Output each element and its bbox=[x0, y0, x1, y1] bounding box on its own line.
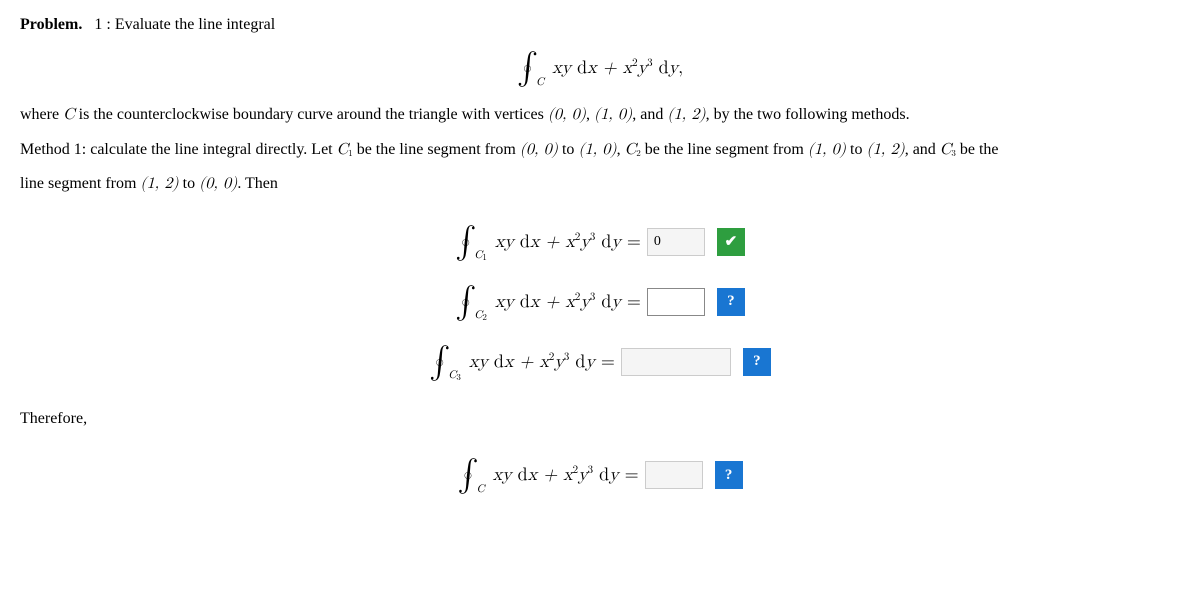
answer-input-c1[interactable] bbox=[647, 228, 705, 256]
check-icon: ✔ bbox=[717, 228, 745, 256]
main-integral: ∫ C xy dx + x2y3 dy, bbox=[20, 52, 1180, 84]
contour-integral-icon: ∫ bbox=[455, 226, 476, 258]
therefore-text: Therefore, bbox=[20, 406, 1180, 432]
problem-intro: Evaluate the line integral bbox=[115, 16, 275, 33]
question-icon[interactable]: ? bbox=[715, 461, 743, 489]
answer-input-final[interactable] bbox=[645, 461, 703, 489]
integral-row-c2: ∫ C2 xy dx + x2y3 dy = ? bbox=[20, 286, 1180, 318]
contour-integral-icon: ∫ bbox=[429, 346, 450, 378]
answer-input-c3[interactable] bbox=[621, 348, 731, 376]
problem-label: Problem. bbox=[20, 16, 82, 33]
contour-integral-icon: ∫ bbox=[457, 459, 478, 491]
description-paragraph: where C is the counterclockwise boundary… bbox=[20, 102, 1180, 129]
problem-number: 1 : bbox=[86, 16, 110, 33]
contour-integral-icon: ∫ bbox=[517, 52, 538, 84]
integral-row-c3: ∫ C3 xy dx + x2y3 dy = ? bbox=[20, 346, 1180, 378]
problem-header: Problem. 1 : Evaluate the line integral bbox=[20, 16, 1180, 34]
question-icon[interactable]: ? bbox=[717, 288, 745, 316]
answer-input-c2[interactable] bbox=[647, 288, 705, 316]
question-icon[interactable]: ? bbox=[743, 348, 771, 376]
integral-row-c1: ∫ C1 xy dx + x2y3 dy = ✔ bbox=[20, 226, 1180, 258]
contour-integral-icon: ∫ bbox=[455, 286, 476, 318]
method1-paragraph: Method 1: calculate the line integral di… bbox=[20, 137, 1180, 164]
method1-paragraph-cont: line segment from (1, 2) to (0, 0). Then bbox=[20, 171, 1180, 198]
integral-row-final: ∫ C xy dx + x2y3 dy = ? bbox=[20, 459, 1180, 491]
